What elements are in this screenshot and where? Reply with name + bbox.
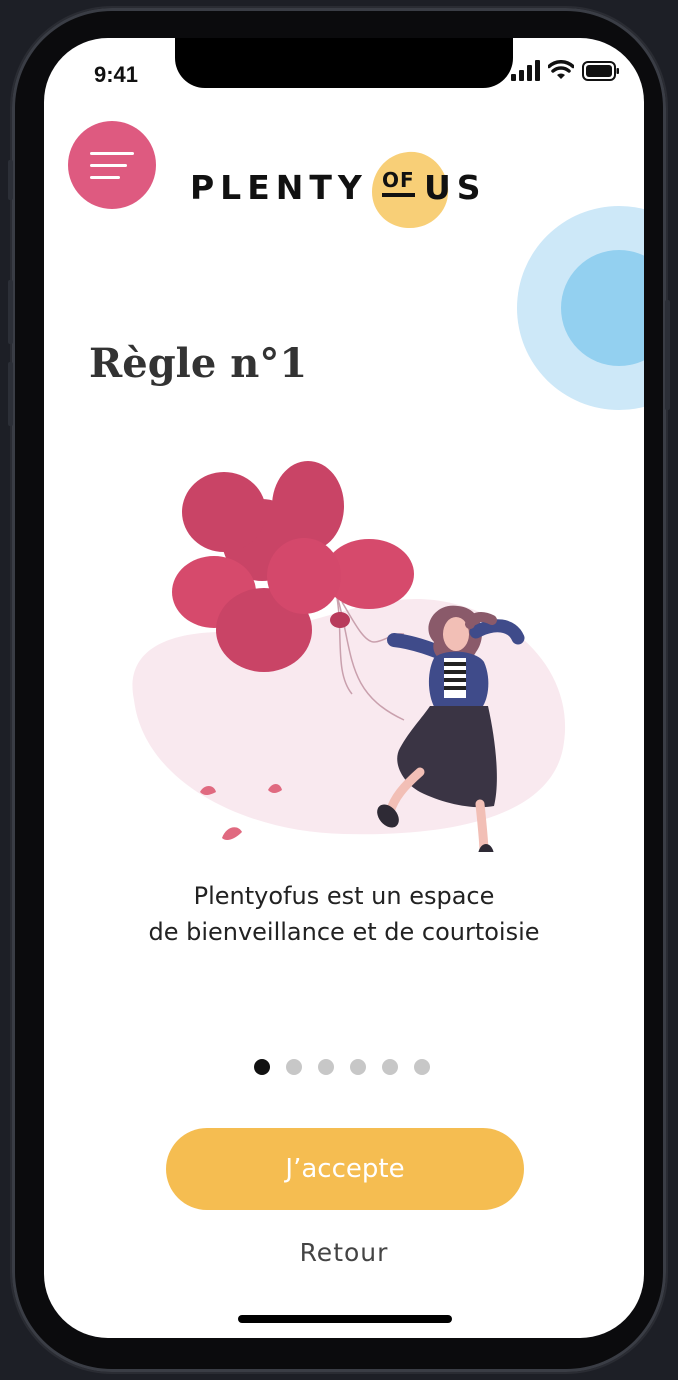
hamburger-line-middle <box>90 163 127 167</box>
app-logo: PLENTY OF US <box>190 148 500 232</box>
rule-title: Règle n°1 <box>89 340 308 387</box>
page-dot-5[interactable] <box>382 1059 398 1075</box>
back-link[interactable]: Retour <box>244 1238 444 1267</box>
phone-mute-switch <box>8 160 13 200</box>
home-indicator[interactable] <box>238 1315 452 1323</box>
accept-button[interactable]: J’accepte <box>166 1128 524 1210</box>
phone-volume-down <box>8 362 13 426</box>
woman-with-balloons-illustration <box>132 461 566 852</box>
battery-icon <box>582 61 619 81</box>
hamburger-line-top <box>90 151 134 155</box>
rule-description-line-2: de bienveillance et de courtoisie <box>148 918 540 946</box>
notch <box>175 38 513 88</box>
page-dot-2[interactable] <box>286 1059 302 1075</box>
status-icons <box>510 60 620 82</box>
logo-word-us: US <box>424 168 487 207</box>
menu-button[interactable] <box>68 121 156 209</box>
status-time: 9:41 <box>94 62 139 87</box>
phone-volume-up <box>8 280 13 344</box>
page-dot-4[interactable] <box>350 1059 366 1075</box>
page-dot-6[interactable] <box>414 1059 430 1075</box>
logo-word-plenty: PLENTY <box>190 168 368 207</box>
phone-power-button <box>665 300 670 410</box>
page-dot-3[interactable] <box>318 1059 334 1075</box>
logo-word-of: OF <box>382 168 415 197</box>
decorative-circles <box>517 206 644 410</box>
page-dot-1-active[interactable] <box>254 1059 270 1075</box>
cellular-signal-icon <box>511 60 540 81</box>
rule-description-line-1: Plentyofus est un espace <box>193 882 495 910</box>
app-screen: 9:41 PLENTY OF US Règle n°1 Plentyofus e… <box>44 38 644 1338</box>
pagination-dots <box>254 1059 430 1075</box>
rule-description: Plentyofus est un espace de bienveillanc… <box>84 878 604 950</box>
wifi-icon <box>548 60 574 79</box>
hamburger-line-bottom <box>90 175 120 179</box>
